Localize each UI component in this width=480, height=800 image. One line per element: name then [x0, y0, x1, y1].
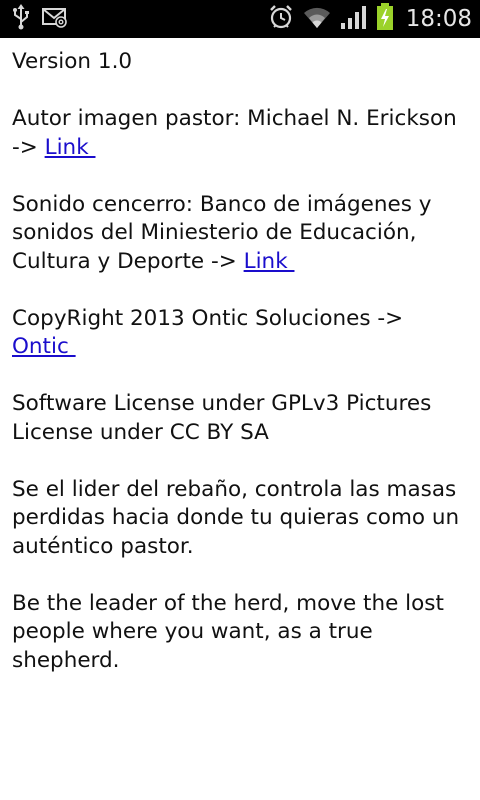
author-credit-text: Autor imagen pastor: Michael N. Erickson [12, 106, 457, 131]
wifi-icon [302, 4, 332, 34]
about-content: Version 1.0 Autor imagen pastor: Michael… [12, 48, 472, 704]
signal-icon [340, 4, 368, 34]
copyright-text: CopyRight 2013 Ontic Soluciones -> [12, 305, 404, 331]
usb-icon [12, 4, 30, 34]
battery-charging-icon [376, 3, 394, 35]
copyright-credit: CopyRight 2013 Ontic Soluciones -> Ontic [12, 305, 472, 362]
author-link[interactable]: Link [45, 135, 96, 160]
status-bar-right: 18:08 [268, 3, 472, 35]
mail-icon [42, 6, 68, 32]
ontic-link[interactable]: Ontic [12, 334, 76, 359]
description-en: Be the leader of the herd, move the lost… [12, 590, 444, 673]
sound-credit-text: Sonido cencerro: Banco de imágenes y son… [12, 191, 432, 274]
author-credit: Autor imagen pastor: Michael N. Erickson… [12, 105, 472, 162]
sound-link[interactable]: Link [244, 249, 295, 274]
description-es: Se el lider del rebaño, controla las mas… [12, 476, 460, 559]
license-text: Software License under GPLv3 Pictures Li… [12, 391, 432, 445]
status-bar-time: 18:08 [405, 6, 472, 32]
alarm-icon [268, 4, 294, 34]
author-credit-arrow: -> [12, 134, 45, 160]
status-bar-left [12, 4, 68, 34]
version-text: Version 1.0 [12, 49, 133, 74]
status-bar: 18:08 [0, 0, 480, 38]
sound-credit: Sonido cencerro: Banco de imágenes y son… [12, 191, 472, 277]
